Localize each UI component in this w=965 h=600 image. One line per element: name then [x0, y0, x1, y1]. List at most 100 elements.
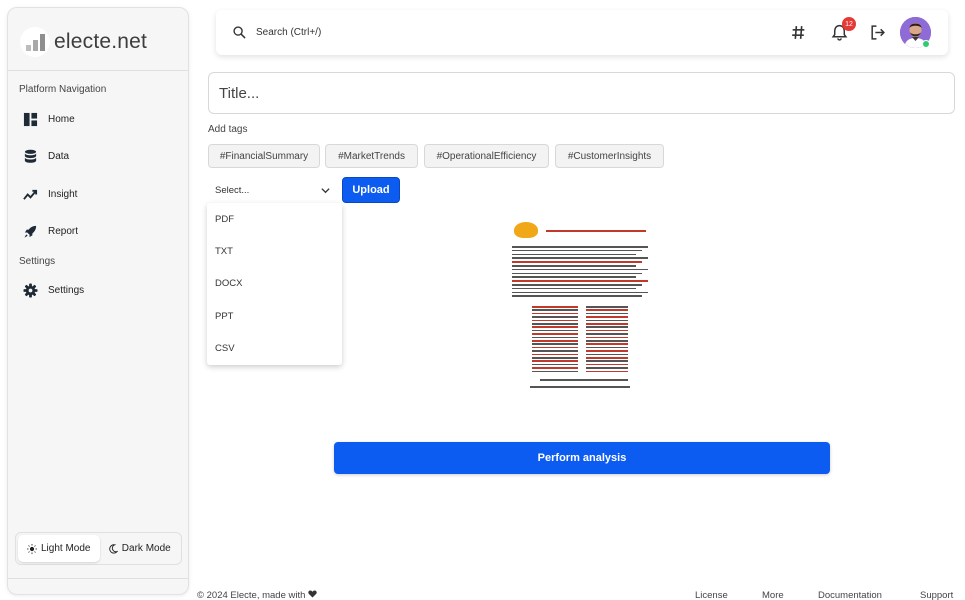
- sidebar-item-label: Settings: [48, 284, 85, 296]
- sidebar-item-label: Report: [48, 225, 79, 237]
- tag-financial-summary[interactable]: #FinancialSummary: [208, 144, 320, 168]
- preview-text-line: [586, 343, 628, 345]
- logout-icon[interactable]: [869, 24, 886, 41]
- preview-text-line: [586, 367, 628, 369]
- footer-link-support[interactable]: Support: [920, 590, 953, 600]
- preview-text-line: [586, 340, 628, 342]
- preview-text-line: [586, 326, 628, 328]
- preview-text-line: [512, 249, 642, 252]
- heart-icon: [308, 590, 317, 598]
- sidebar-item-settings[interactable]: Settings: [23, 279, 84, 301]
- upload-button[interactable]: Upload: [342, 177, 400, 203]
- search-icon[interactable]: [233, 26, 246, 39]
- logo-text: electe.net: [54, 30, 148, 53]
- preview-text-line: [532, 309, 578, 311]
- sidebar-item-report[interactable]: Report: [23, 220, 78, 242]
- tag-customer-insights[interactable]: #CustomerInsights: [555, 144, 664, 168]
- sidebar-item-label: Insight: [48, 188, 78, 200]
- footer-link-license[interactable]: License: [695, 590, 728, 600]
- preview-text-line: [532, 346, 578, 349]
- copyright-text: © 2024 Electe, made with: [197, 590, 306, 600]
- dropdown-option-csv[interactable]: CSV: [207, 332, 342, 364]
- preview-text-line: [586, 323, 628, 325]
- preview-text-line: [512, 268, 648, 271]
- footer-link-more[interactable]: More: [762, 590, 784, 600]
- tag-operational-efficiency[interactable]: #OperationalEfficiency: [424, 144, 549, 168]
- preview-text-line: [512, 272, 642, 275]
- preview-text-line: [540, 379, 628, 381]
- section-label-settings: Settings: [19, 256, 56, 267]
- select-placeholder: Select...: [215, 184, 250, 196]
- sidebar-item-insight[interactable]: Insight: [23, 183, 77, 205]
- preview-text-line: [512, 265, 636, 267]
- preview-text-line: [512, 261, 642, 263]
- sidebar-divider: [8, 70, 188, 71]
- preview-text-line: [512, 291, 648, 294]
- preview-text-line: [586, 306, 628, 308]
- file-type-select[interactable]: Select...: [208, 177, 338, 203]
- preview-text-line: [532, 340, 578, 342]
- preview-text-line: [586, 357, 628, 359]
- sidebar-item-label: Data: [48, 150, 70, 162]
- dark-mode-label: Dark Mode: [121, 543, 171, 554]
- preview-text-line: [512, 257, 648, 259]
- sun-icon: [27, 543, 37, 554]
- preview-text-line: [532, 306, 578, 308]
- notification-badge: 12: [842, 17, 856, 31]
- sidebar-item-label: Home: [48, 113, 75, 125]
- preview-text-line: [532, 367, 578, 369]
- preview-text-line: [532, 357, 578, 359]
- preview-text-line: [532, 316, 578, 318]
- footer-copyright: © 2024 Electe, made with: [197, 590, 317, 600]
- preview-text-line: [532, 319, 578, 322]
- preview-text-line: [530, 386, 630, 388]
- preview-text-line: [512, 280, 648, 282]
- preview-text-line: [586, 316, 628, 318]
- preview-text-line: [586, 363, 628, 366]
- section-label-platform: Platform Navigation: [19, 84, 107, 95]
- preview-text-line: [586, 353, 628, 356]
- sidebar-item-data[interactable]: Data: [23, 145, 69, 167]
- logo[interactable]: electe.net: [20, 24, 147, 60]
- top-bar: Search (Ctrl+/) 12: [216, 10, 948, 55]
- dropdown-option-docx[interactable]: DOCX: [207, 267, 342, 299]
- sidebar-bottom-divider: [8, 578, 188, 579]
- trend-icon: [23, 189, 38, 200]
- title-input[interactable]: [208, 72, 955, 114]
- chevron-down-icon: [321, 188, 330, 194]
- file-type-dropdown: PDF TXT DOCX PPT CSV: [207, 203, 342, 365]
- document-preview: [508, 220, 658, 392]
- tags-label: Add tags: [208, 124, 248, 135]
- dashboard-icon: [23, 112, 38, 126]
- preview-text-line: [586, 319, 628, 322]
- preview-text-line: [512, 295, 642, 297]
- dropdown-option-ppt[interactable]: PPT: [207, 300, 342, 332]
- preview-text-line: [586, 309, 628, 311]
- perform-analysis-button[interactable]: Perform analysis: [334, 442, 830, 474]
- preview-text-line: [512, 253, 636, 256]
- preview-text-line: [512, 276, 636, 278]
- footer-link-documentation[interactable]: Documentation: [818, 590, 882, 600]
- preview-text-line: [532, 329, 578, 332]
- preview-text-line: [532, 370, 578, 373]
- online-status-dot: [922, 40, 930, 48]
- search-input[interactable]: Search (Ctrl+/): [256, 27, 321, 38]
- dark-mode-button[interactable]: Dark Mode: [100, 535, 180, 562]
- dropdown-option-txt[interactable]: TXT: [207, 235, 342, 267]
- preview-text-line: [586, 360, 628, 362]
- preview-text-line: [532, 363, 578, 366]
- preview-text-line: [532, 323, 578, 325]
- light-mode-button[interactable]: Light Mode: [18, 535, 100, 562]
- preview-text-line: [532, 350, 578, 352]
- tag-market-trends[interactable]: #MarketTrends: [325, 144, 418, 168]
- preview-text-line: [586, 312, 628, 315]
- hashtag-icon[interactable]: [790, 24, 807, 41]
- dropdown-option-pdf[interactable]: PDF: [207, 203, 342, 235]
- sidebar-item-home[interactable]: Home: [23, 108, 75, 130]
- preview-text-line: [512, 284, 642, 286]
- gear-icon: [23, 282, 38, 298]
- preview-text-line: [532, 312, 578, 315]
- preview-text-line: [532, 360, 578, 362]
- preview-text-line: [532, 353, 578, 356]
- preview-text-line: [532, 343, 578, 345]
